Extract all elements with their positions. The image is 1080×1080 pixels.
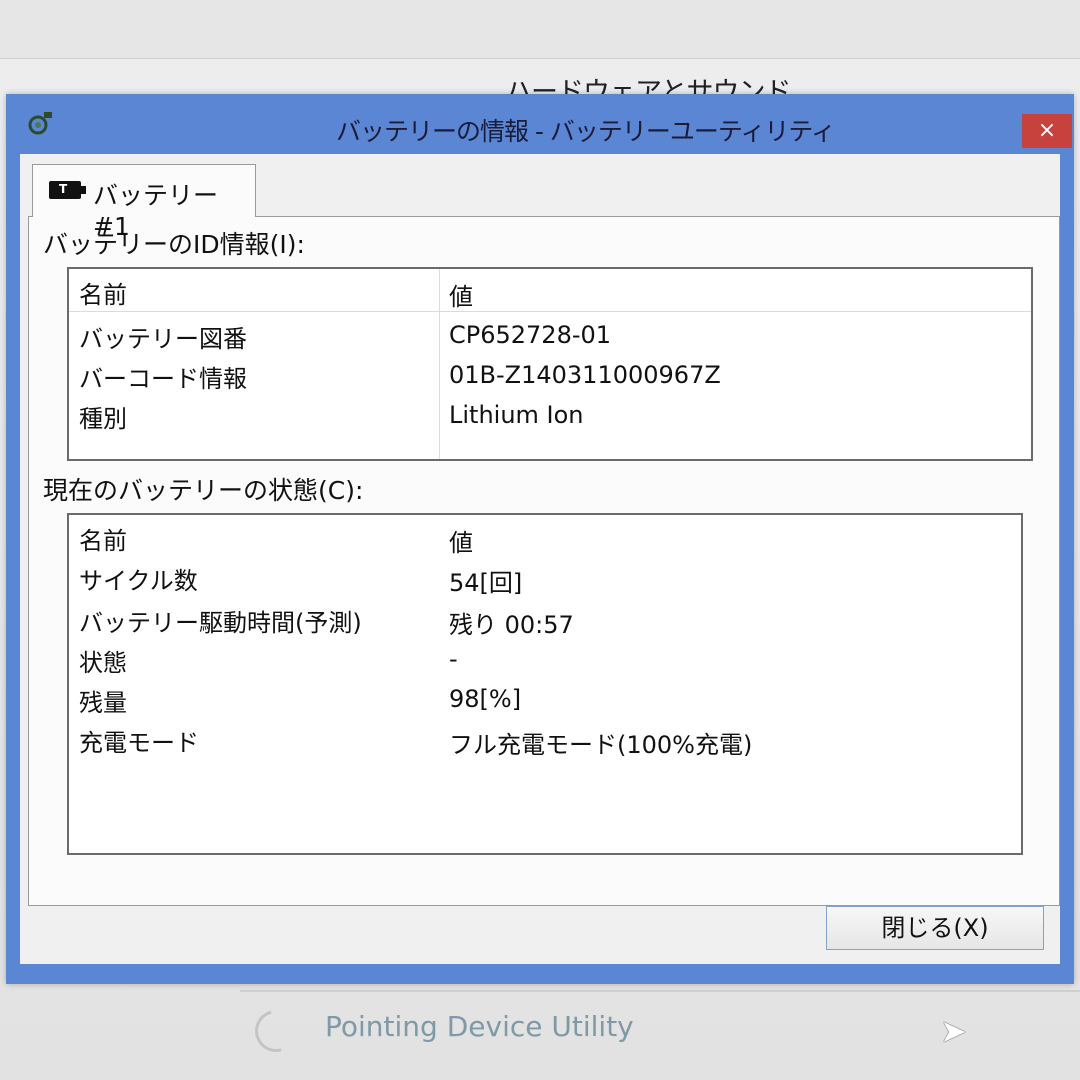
tab-panel: バッテリーのID情報(I): 名前 値 バッテリー図番 CP652728-01 … bbox=[28, 216, 1060, 906]
battery-status-list[interactable]: 名前 値 サイクル数 54[回] バッテリー駆動時間(予測) 残り 00:57 … bbox=[67, 513, 1023, 855]
column-header-value[interactable]: 値 bbox=[449, 277, 473, 312]
list-item[interactable]: 残量 98[%] bbox=[69, 679, 1021, 719]
list-item[interactable]: バッテリー駆動時間(予測) 残り 00:57 bbox=[69, 599, 1021, 639]
close-button[interactable]: 閉じる(X) bbox=[826, 906, 1044, 950]
battery-icon: T bbox=[49, 181, 86, 199]
column-header-value[interactable]: 値 bbox=[449, 523, 473, 558]
list-item[interactable]: バッテリー図番 CP652728-01 bbox=[69, 315, 1031, 355]
battery-id-list[interactable]: 名前 値 バッテリー図番 CP652728-01 バーコード情報 01B-Z14… bbox=[67, 267, 1033, 461]
close-icon[interactable]: × bbox=[1022, 114, 1072, 148]
list-item[interactable]: 状態 - bbox=[69, 639, 1021, 679]
dialog-titlebar[interactable]: バッテリーの情報 - バッテリーユーティリティ × bbox=[6, 94, 1074, 154]
column-header-name[interactable]: 名前 bbox=[79, 521, 127, 556]
pointing-device-utility-link[interactable]: Pointing Device Utility bbox=[325, 1010, 634, 1043]
list-item[interactable]: サイクル数 54[回] bbox=[69, 557, 1021, 597]
list-item[interactable]: 種別 Lithium Ion bbox=[69, 395, 1031, 435]
list-item[interactable]: バーコード情報 01B-Z140311000967Z bbox=[69, 355, 1031, 395]
list-header-row: 名前 値 bbox=[69, 271, 1031, 311]
dialog-client-area: T バッテリー #1 バッテリーのID情報(I): 名前 値 バッテリー図番 C… bbox=[20, 154, 1060, 964]
dialog-title: バッテリーの情報 - バッテリーユーティリティ bbox=[336, 117, 836, 146]
background-topbar bbox=[0, 0, 1080, 59]
background-divider bbox=[240, 990, 1080, 992]
column-header-name[interactable]: 名前 bbox=[79, 275, 127, 310]
battery-info-dialog: バッテリーの情報 - バッテリーユーティリティ × T バッテリー #1 バッテ… bbox=[6, 94, 1074, 984]
list-header-row: 名前 値 bbox=[69, 517, 1021, 557]
mouse-cursor-icon: ➤ bbox=[940, 1012, 967, 1050]
tab-battery-1-label: バッテリー #1 bbox=[93, 181, 219, 241]
tab-battery-1[interactable]: T バッテリー #1 bbox=[32, 164, 256, 241]
battery-status-group-label: 現在のバッテリーの状態(C): bbox=[43, 476, 364, 505]
battery-utility-icon bbox=[28, 112, 52, 135]
spinner-icon bbox=[247, 1002, 305, 1060]
list-item[interactable]: 充電モード フル充電モード(100%充電) bbox=[69, 719, 1021, 759]
